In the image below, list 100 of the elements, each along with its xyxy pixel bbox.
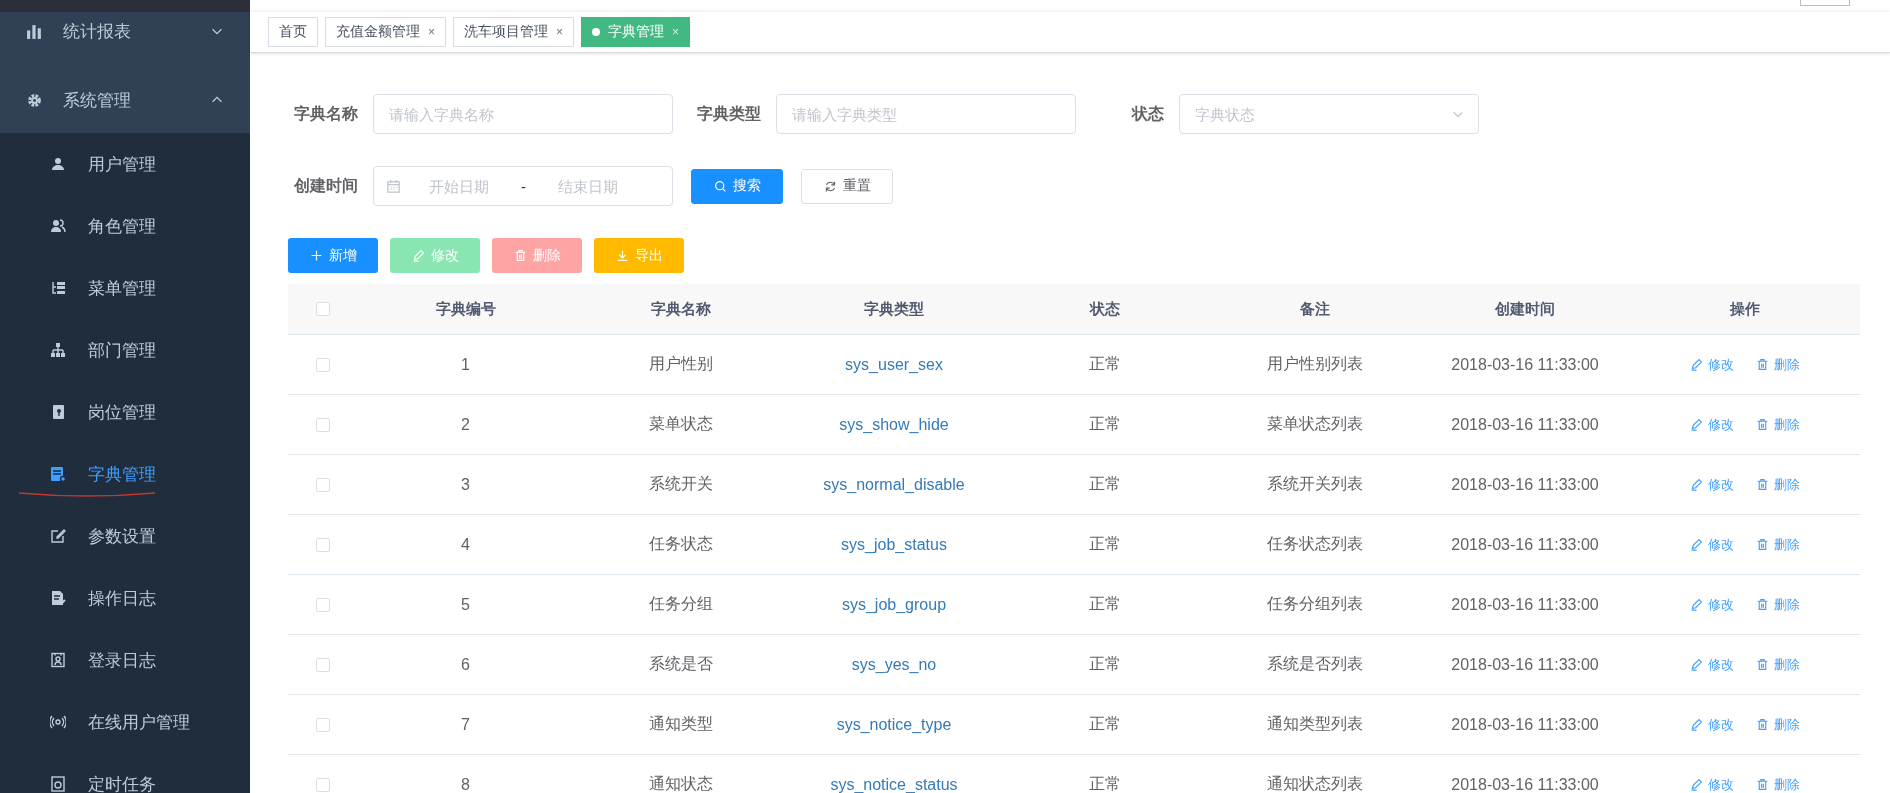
delete-link[interactable]: 删除 <box>1756 715 1800 734</box>
reset-button[interactable]: 重置 <box>801 168 893 204</box>
pencil-icon <box>1690 538 1703 551</box>
login-icon <box>50 652 66 668</box>
row-checkbox[interactable] <box>316 417 330 432</box>
menu-item[interactable]: 角色管理 <box>0 195 250 257</box>
menu-item[interactable]: 菜单管理 <box>0 257 250 319</box>
delete-link[interactable]: 删除 <box>1756 775 1800 793</box>
table-cell-text: 菜单状态列表 <box>1267 414 1363 434</box>
trash-icon <box>1756 478 1769 491</box>
edit-link[interactable]: 修改 <box>1690 595 1734 614</box>
row-checkbox[interactable] <box>316 657 330 672</box>
bar-chart-icon <box>26 22 43 40</box>
download-icon <box>615 249 629 262</box>
trash-icon <box>1756 598 1769 611</box>
pencil-icon <box>1690 598 1703 611</box>
trash-icon <box>1756 658 1769 671</box>
table-cell: 2018-03-16 11:33:00 <box>1451 775 1599 793</box>
table-cell-text: 任务分组列表 <box>1267 594 1363 614</box>
row-checkbox[interactable] <box>316 777 330 792</box>
input-field[interactable]: 请输入字典类型 <box>776 94 1076 134</box>
select-all-checkbox[interactable] <box>316 302 330 316</box>
edit-link[interactable]: 修改 <box>1690 775 1734 793</box>
delete-link[interactable]: 删除 <box>1756 535 1800 554</box>
page-tab[interactable]: 字典管理 × <box>581 17 691 47</box>
table-cell-text: 正常 <box>1089 594 1121 614</box>
row-checkbox[interactable] <box>316 717 330 732</box>
dict-type-link[interactable]: sys_job_status <box>841 535 947 554</box>
trash-icon <box>1756 358 1769 371</box>
menu-item[interactable]: 参数设置 <box>0 505 250 567</box>
menu-item[interactable]: 字典管理 <box>0 443 250 505</box>
table-cell-text: 任务状态 <box>648 534 713 554</box>
edit-link[interactable]: 修改 <box>1690 415 1734 434</box>
input-field[interactable]: 请输入字典名称 <box>373 94 673 134</box>
row-checkbox[interactable] <box>316 357 330 372</box>
table-cell-text: 任务状态列表 <box>1267 534 1363 554</box>
pencil-icon <box>1690 718 1703 731</box>
table-cell-text: 用户性别 <box>648 354 713 374</box>
table-cell: 正常 <box>1089 774 1121 793</box>
table-cell-text: 通知类型列表 <box>1267 714 1363 734</box>
table-cell: 8 <box>461 775 470 793</box>
dict-type-link[interactable]: sys_notice_type <box>836 715 952 734</box>
table-cell-text: 用户性别列表 <box>1267 354 1363 374</box>
gear-icon <box>26 91 43 109</box>
table-cell-text: 通知类型 <box>648 714 713 734</box>
menu-item[interactable]: 用户管理 <box>0 133 250 195</box>
table-cell: 2018-03-16 11:33:00 <box>1451 595 1599 614</box>
menu-item[interactable]: 岗位管理 <box>0 381 250 443</box>
delete-link[interactable]: 删除 <box>1756 655 1800 674</box>
page-tab[interactable]: 洗车项目管理 × <box>453 17 575 47</box>
table-cell: 2018-03-16 11:33:00 <box>1451 355 1599 374</box>
menu-group[interactable]: 统计报表 <box>0 12 250 50</box>
status-select[interactable]: 字典状态 <box>1179 94 1479 134</box>
delete-link[interactable]: 删除 <box>1756 415 1800 434</box>
dict-type-link[interactable]: sys_normal_disable <box>823 475 965 494</box>
dict-type-link[interactable]: sys_job_group <box>841 595 947 614</box>
column-header: 字典名称 <box>650 299 711 319</box>
table-cell: 6 <box>461 655 470 674</box>
menu-item[interactable]: 登录日志 <box>0 629 250 691</box>
edit-link[interactable]: 修改 <box>1690 655 1734 674</box>
badge-icon <box>50 404 66 420</box>
delete-link[interactable]: 删除 <box>1756 355 1800 374</box>
table-cell-text: 菜单状态 <box>648 414 713 434</box>
table-cell-text: 正常 <box>1089 354 1121 374</box>
menu-item[interactable]: 定时任务 <box>0 753 250 793</box>
timer-icon <box>50 776 66 792</box>
delete-link[interactable]: 删除 <box>1756 595 1800 614</box>
dict-type-link[interactable]: sys_show_hide <box>839 415 949 434</box>
field-label: 字典类型 <box>696 103 762 124</box>
dict-type-link[interactable]: sys_notice_status <box>830 775 958 793</box>
menu-group[interactable]: 系统管理 <box>0 67 250 133</box>
menu-item[interactable]: 操作日志 <box>0 567 250 629</box>
table-cell: 7 <box>461 715 470 734</box>
date-range-picker[interactable]: 开始日期 - 结束日期 <box>373 166 673 206</box>
table-cell-text: 任务分组 <box>648 594 713 614</box>
search-button[interactable]: 搜索 <box>691 168 783 204</box>
table-cell-text: 正常 <box>1089 714 1121 734</box>
pencil-icon <box>1690 778 1703 791</box>
page-tab[interactable]: 充值金额管理 × <box>325 17 446 47</box>
edit-link[interactable]: 修改 <box>1690 355 1734 374</box>
row-checkbox[interactable] <box>316 537 330 552</box>
document-pen-icon <box>50 590 66 606</box>
page-tab[interactable]: 首页 <box>268 17 318 47</box>
row-checkbox[interactable] <box>316 477 330 492</box>
delete-link[interactable]: 删除 <box>1756 475 1800 494</box>
edit-link[interactable]: 修改 <box>1690 535 1734 554</box>
user-icon <box>50 156 66 172</box>
dict-type-link[interactable]: sys_user_sex <box>845 355 943 374</box>
field-label: 状态 <box>1130 103 1165 124</box>
header-button[interactable] <box>1800 0 1850 6</box>
table-cell-text: 系统是否 <box>648 654 713 674</box>
column-header: 状态 <box>1090 299 1120 319</box>
row-checkbox[interactable] <box>316 597 330 612</box>
edit-link[interactable]: 修改 <box>1690 475 1734 494</box>
menu-item[interactable]: 在线用户管理 <box>0 691 250 753</box>
table-cell: 2 <box>461 415 470 434</box>
edit-link[interactable]: 修改 <box>1690 715 1734 734</box>
menu-item[interactable]: 部门管理 <box>0 319 250 381</box>
dict-type-link[interactable]: sys_yes_no <box>851 655 937 674</box>
add-button[interactable]: 新增 <box>288 238 378 273</box>
